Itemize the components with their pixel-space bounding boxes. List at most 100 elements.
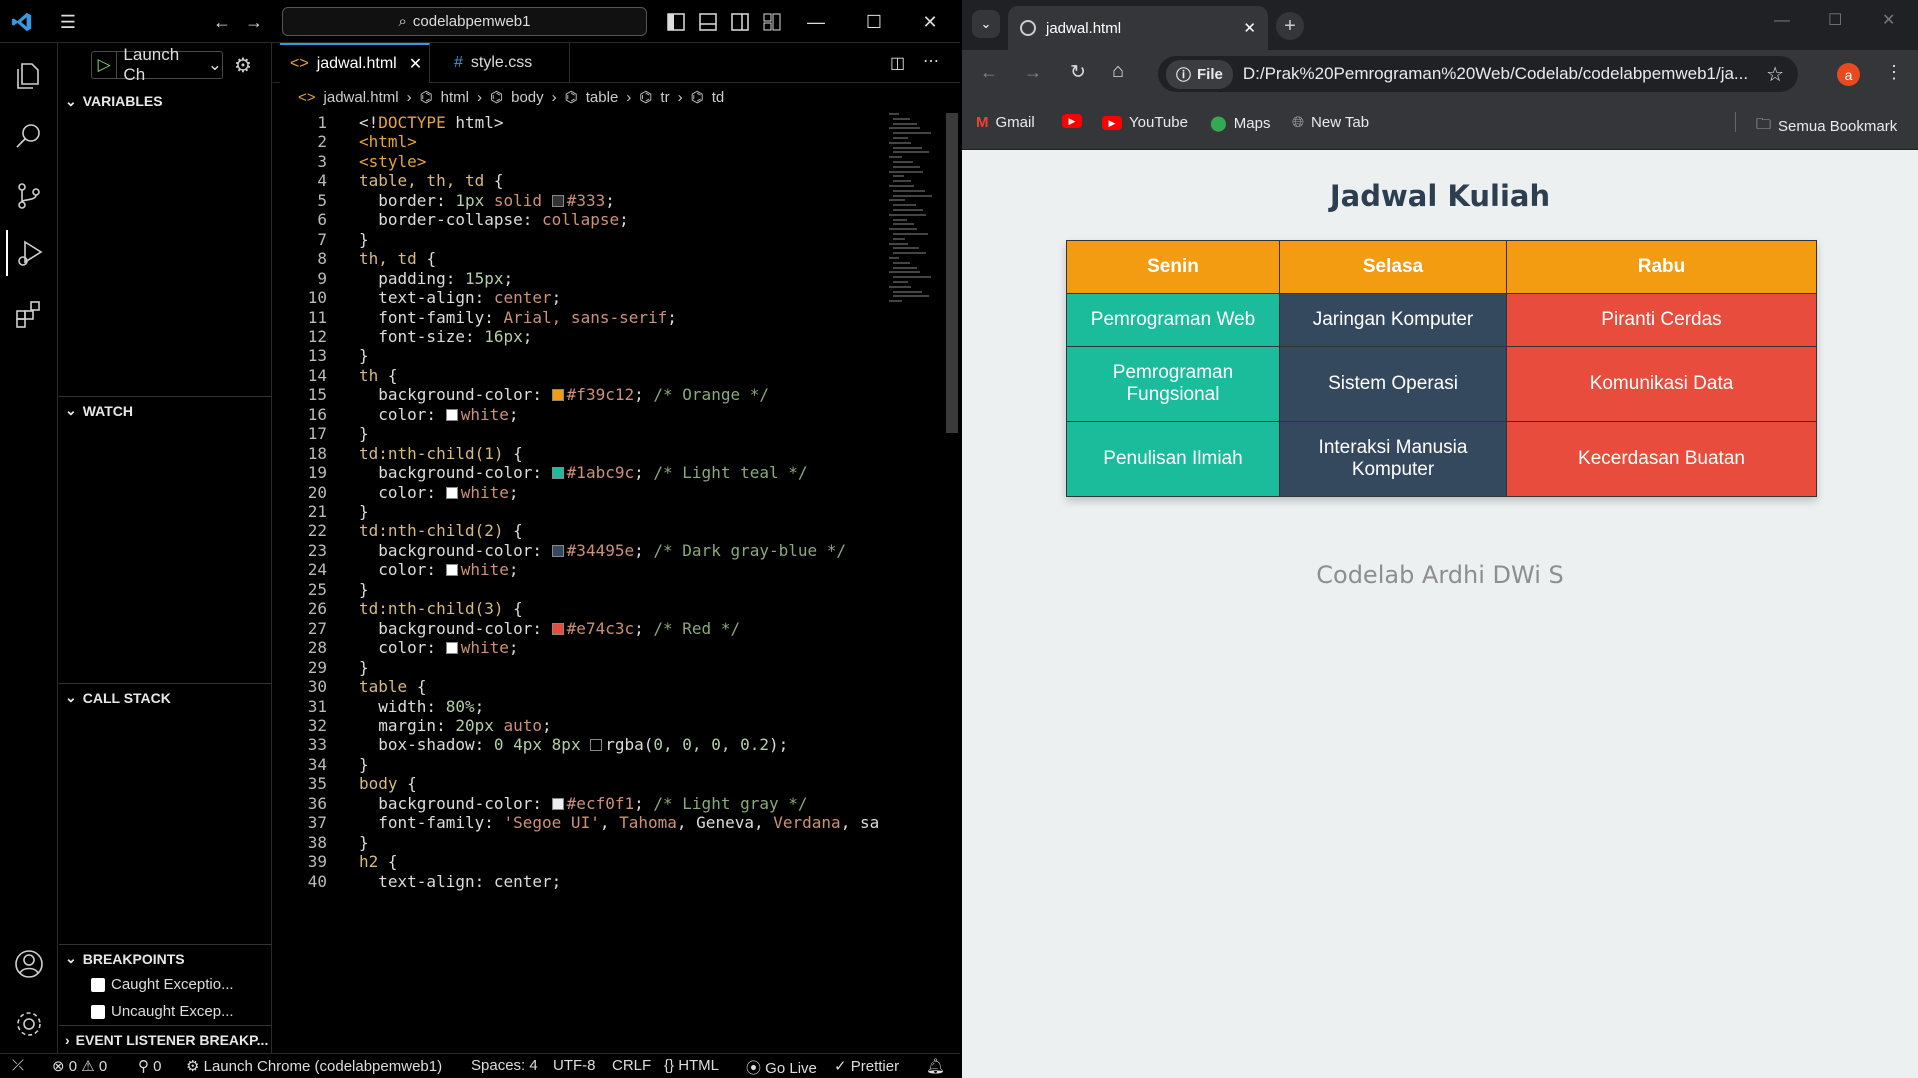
code-line[interactable]: background-color: #34495e; /* Dark gray-…: [359, 541, 846, 560]
minimize-icon[interactable]: —: [802, 8, 830, 36]
code-editor[interactable]: 1 <!DOCTYPE html> 2 <html> 3 <style> 4 table, t…: [273, 113, 960, 1053]
code-line[interactable]: h2 {: [359, 852, 398, 871]
code-line[interactable]: <html>: [359, 132, 417, 151]
breadcrumb-item[interactable]: body: [511, 89, 544, 106]
checkbox[interactable]: [91, 977, 105, 992]
breadcrumb-item[interactable]: jadwal.html: [324, 89, 399, 106]
problems-indicator[interactable]: ⊗ 0 ⚠ 0: [52, 1057, 107, 1075]
bookmark-youtube[interactable]: ▶ YouTube: [1102, 114, 1188, 131]
extensions-icon[interactable]: [6, 290, 52, 336]
watch-section-header[interactable]: ⌄ WATCH: [59, 396, 272, 424]
forward-arrow-icon[interactable]: →: [1024, 62, 1042, 83]
explorer-icon[interactable]: [6, 53, 52, 99]
toggle-panel-icon[interactable]: [694, 8, 722, 36]
account-icon[interactable]: [6, 941, 52, 987]
code-line[interactable]: background-color: #1abc9c; /* Light teal…: [359, 463, 807, 482]
settings-gear-icon[interactable]: [6, 1001, 52, 1047]
checkbox[interactable]: [91, 1004, 105, 1019]
code-line[interactable]: th, td {: [359, 249, 436, 268]
bookmark-youtube-icon-only[interactable]: ▶: [1062, 114, 1082, 128]
address-bar[interactable]: ⓘ File D:/Prak%20Pemrograman%20Web/Codela…: [1158, 56, 1798, 92]
code-line[interactable]: table, th, td {: [359, 171, 504, 190]
variables-section-header[interactable]: ⌄ VARIABLES: [59, 87, 272, 115]
breadcrumb-item[interactable]: html: [441, 89, 469, 106]
code-line[interactable]: color: white;: [359, 405, 518, 424]
eol-status[interactable]: CRLF: [612, 1057, 651, 1074]
split-editor-icon[interactable]: ◫: [890, 53, 905, 73]
debug-settings-gear-icon[interactable]: ⚙: [234, 53, 252, 78]
source-control-icon[interactable]: [6, 173, 52, 219]
tab-jadwal-html[interactable]: <> jadwal.html ✕: [280, 43, 430, 83]
toggle-sidebar-icon[interactable]: [662, 8, 690, 36]
prettier-status[interactable]: ✓ Prettier: [834, 1057, 899, 1075]
code-line[interactable]: <style>: [359, 152, 426, 171]
code-line[interactable]: body {: [359, 774, 417, 793]
forward-arrow-icon[interactable]: →: [240, 8, 268, 36]
maximize-icon[interactable]: ☐: [860, 8, 888, 36]
code-line[interactable]: }: [359, 580, 369, 599]
event-listener-section-header[interactable]: › EVENT LISTENER BREAKP...: [59, 1025, 272, 1053]
code-line[interactable]: text-align: center;: [359, 288, 561, 307]
go-live-button[interactable]: ⦿ Go Live: [746, 1057, 817, 1078]
chrome-tab-active[interactable]: jadwal.html ✕: [1008, 6, 1268, 50]
call-stack-section-header[interactable]: ⌄ CALL STACK: [59, 683, 272, 711]
code-line[interactable]: }: [359, 346, 369, 365]
toggle-secondary-sidebar-icon[interactable]: [726, 8, 754, 36]
close-tab-icon[interactable]: ✕: [1243, 19, 1256, 37]
notifications-bell-icon[interactable]: 🔔︎: [926, 1057, 945, 1075]
code-line[interactable]: box-shadow: 0 4px 8px rgba(0, 0, 0, 0.2)…: [359, 735, 788, 754]
maximize-icon[interactable]: ☐: [1828, 10, 1842, 30]
minimap[interactable]: [889, 113, 945, 313]
code-line[interactable]: <!DOCTYPE html>: [359, 113, 504, 132]
menu-icon[interactable]: ☰: [54, 8, 82, 36]
code-line[interactable]: border: 1px solid #333;: [359, 191, 615, 210]
start-debug-icon[interactable]: ▷: [92, 52, 118, 78]
breakpoints-section-header[interactable]: ⌄ BREAKPOINTS: [59, 944, 272, 972]
code-line[interactable]: th {: [359, 366, 398, 385]
indentation-status[interactable]: Spaces: 4: [471, 1057, 538, 1074]
bookmark-star-icon[interactable]: ☆: [1766, 62, 1784, 87]
tab-style-css[interactable]: # style.css: [430, 43, 570, 83]
code-line[interactable]: }: [359, 658, 369, 677]
bookmark-maps[interactable]: ⬤ Maps: [1210, 114, 1270, 133]
tab-search-chevron-icon[interactable]: ⌄: [972, 10, 1000, 38]
minimize-icon[interactable]: —: [1774, 12, 1790, 30]
breadcrumb-item[interactable]: td: [712, 89, 725, 106]
language-status[interactable]: {} HTML: [664, 1057, 719, 1074]
breadcrumb-item[interactable]: table: [586, 89, 619, 106]
search-icon[interactable]: [6, 113, 52, 159]
breakpoint-caught-exceptions[interactable]: Caught Exceptio...: [91, 976, 234, 993]
debug-launch-status[interactable]: ⚙ Launch Chrome (codelabpemweb1): [186, 1057, 442, 1075]
code-line[interactable]: }: [359, 230, 369, 249]
chrome-menu-icon[interactable]: ⋮: [1885, 62, 1903, 83]
code-line[interactable]: }: [359, 755, 369, 774]
code-line[interactable]: }: [359, 833, 369, 852]
code-line[interactable]: text-align: center;: [359, 872, 561, 891]
code-line[interactable]: width: 80%;: [359, 697, 484, 716]
code-line[interactable]: border-collapse: collapse;: [359, 210, 628, 229]
close-tab-icon[interactable]: ✕: [409, 54, 422, 74]
bookmark-new-tab[interactable]: 🌐︎ New Tab: [1292, 114, 1369, 131]
code-line[interactable]: font-family: Arial, sans-serif;: [359, 308, 677, 327]
back-arrow-icon[interactable]: ←: [980, 62, 998, 83]
code-line[interactable]: td:nth-child(1) {: [359, 444, 523, 463]
code-line[interactable]: background-color: #f39c12; /* Orange */: [359, 385, 769, 404]
customize-layout-icon[interactable]: [758, 8, 786, 36]
remote-icon[interactable]: ⤫: [12, 1057, 24, 1074]
profile-avatar[interactable]: a: [1837, 63, 1860, 86]
code-line[interactable]: td:nth-child(2) {: [359, 521, 523, 540]
code-line[interactable]: font-family: 'Segoe UI', Tahoma, Geneva,…: [359, 813, 879, 832]
back-arrow-icon[interactable]: ←: [208, 8, 236, 36]
code-line[interactable]: color: white;: [359, 560, 518, 579]
reload-icon[interactable]: ↻: [1070, 61, 1086, 84]
code-line[interactable]: background-color: #ecf0f1; /* Light gray…: [359, 794, 807, 813]
run-config-select[interactable]: ▷ Launch Ch ⌄: [91, 45, 223, 84]
code-line[interactable]: color: white;: [359, 483, 518, 502]
code-line[interactable]: padding: 15px;: [359, 269, 513, 288]
bookmark-gmail[interactable]: M Gmail: [976, 114, 1035, 131]
ports-indicator[interactable]: ⚲ 0: [138, 1057, 162, 1075]
code-line[interactable]: td:nth-child(3) {: [359, 599, 523, 618]
run-debug-icon[interactable]: [6, 230, 52, 276]
command-center-search[interactable]: ⌕ codelabpemweb1: [282, 7, 647, 36]
home-icon[interactable]: ⌂: [1112, 60, 1124, 83]
